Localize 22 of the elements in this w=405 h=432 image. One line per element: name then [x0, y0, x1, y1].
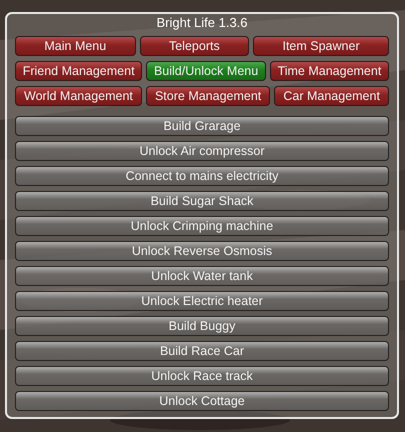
action-button[interactable]: Build Sugar Shack — [15, 191, 389, 211]
menu-title: Bright Life 1.3.6 — [155, 15, 249, 31]
menu-tab[interactable]: Time Management — [270, 61, 390, 81]
action-button[interactable]: Unlock Crimping machine — [15, 216, 389, 236]
menu-tab[interactable]: Item Spawner — [253, 36, 389, 56]
action-button[interactable]: Unlock Air compressor — [15, 141, 389, 161]
menu-tab[interactable]: Teleports — [140, 36, 250, 56]
action-button[interactable]: Unlock Electric heater — [15, 291, 389, 311]
menu-tab[interactable]: Car Management — [274, 86, 389, 106]
action-button[interactable]: Unlock Cottage — [15, 391, 389, 411]
menu-tab[interactable]: Friend Management — [15, 61, 142, 81]
action-button[interactable]: Build Grarage — [15, 116, 389, 136]
action-button[interactable]: Build Buggy — [15, 316, 389, 336]
menu-tab[interactable]: World Management — [15, 86, 142, 106]
menu-tab[interactable]: Store Management — [146, 86, 270, 106]
action-button[interactable]: Connect to mains electricity — [15, 166, 389, 186]
action-button[interactable]: Unlock Reverse Osmosis — [15, 241, 389, 261]
menu-tab[interactable]: Build/Unlock Menu — [146, 61, 266, 81]
action-button[interactable]: Unlock Water tank — [15, 266, 389, 286]
action-button[interactable]: Unlock Race track — [15, 366, 389, 386]
menu-tab[interactable]: Main Menu — [15, 36, 136, 56]
action-button[interactable]: Build Race Car — [15, 341, 389, 361]
